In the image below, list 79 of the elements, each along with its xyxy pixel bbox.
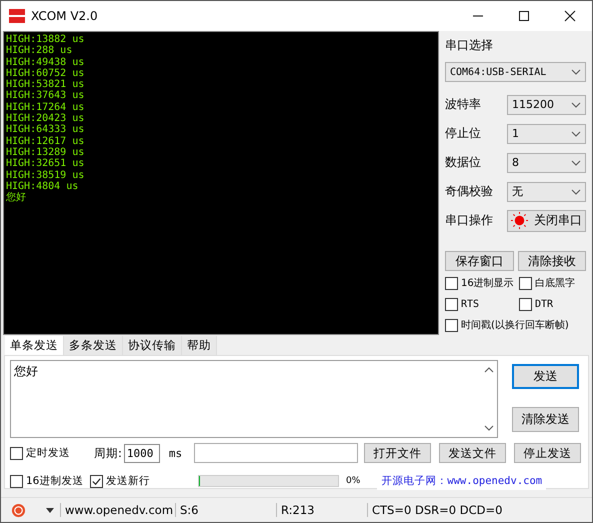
unit-label: ms [168, 446, 184, 460]
option-label: 时间戳(以换行回车断帧) [461, 318, 569, 332]
setting-dropdown[interactable]: 无 [507, 182, 586, 202]
receive-button[interactable]: 保存窗口 [445, 251, 514, 271]
file-button[interactable]: 发送文件 [438, 443, 506, 463]
port-label: 串口选择 [445, 37, 493, 54]
file-path-field[interactable] [194, 443, 358, 463]
receive-line: HIGH:4804 us [6, 180, 78, 192]
close-icon[interactable] [564, 10, 576, 22]
caret-icon [571, 130, 581, 136]
receive-line: HIGH:17264 us [6, 102, 84, 114]
receive-area[interactable]: HIGH:13882 us HIGH:288 us HIGH:49438 us HIGH:60752 us HIGH:53821 us HIGH:37643 us HIGH:17264 us HIGH:20423 us HIGH:64333 us HIGH:12617 us HIGH:13289 us HIGH:32651 us HIGH:38519 us HIGH:4804 us 您好 [3, 31, 439, 335]
close-port-button[interactable]: 关闭串口 [507, 210, 586, 232]
caret-icon [571, 69, 581, 75]
tab[interactable]: 帮助 [182, 336, 217, 355]
setting-label: 数据位 [445, 154, 481, 171]
file-button[interactable]: 打开文件 [364, 443, 431, 463]
dropdown-icon[interactable] [46, 508, 54, 512]
checkbox[interactable] [445, 298, 458, 310]
status-url: www.openedv.com [60, 503, 175, 517]
period-field[interactable]: 1000 [124, 444, 160, 462]
clear-send-button[interactable]: 清除发送 [512, 407, 579, 432]
port-dropdown[interactable]: COM64:USB-SERIAL [445, 62, 586, 82]
checkbox[interactable] [90, 474, 103, 488]
receive-line: HIGH:38519 us [6, 170, 84, 181]
checkbox[interactable] [519, 276, 532, 290]
checkbox[interactable] [445, 318, 458, 332]
option-label: 16进制发送 [26, 474, 84, 488]
operation-label: 串口操作 [445, 212, 493, 229]
receive-line: HIGH:37643 us [6, 90, 84, 102]
send-button[interactable]: 发送 [512, 364, 579, 389]
setting-dropdown[interactable]: 8 [507, 152, 586, 172]
checkbox[interactable] [10, 474, 23, 488]
app-logo-icon [9, 8, 25, 24]
option-label: 16进制显示 [461, 276, 514, 290]
option-label: 发送新行 [106, 474, 150, 488]
setting-dropdown[interactable]: 115200 [507, 94, 586, 114]
setting-dropdown[interactable]: 1 [507, 124, 586, 144]
setting-label: 奇偶校验 [445, 183, 493, 200]
receive-line: HIGH:13882 us [6, 34, 84, 46]
website-link[interactable]: 开源电子网：www.openedv.com [377, 472, 546, 490]
caret-icon [571, 160, 581, 166]
caret-icon [571, 188, 581, 194]
period-label: 周期: [94, 446, 122, 460]
caret-icon [484, 425, 494, 431]
received-count: R:213 [276, 503, 367, 517]
setting-label: 波特率 [445, 96, 481, 113]
receive-line: HIGH:64333 us [6, 124, 84, 136]
receive-line: HIGH:288 us [6, 45, 72, 57]
line-status: CTS=0 DSR=0 DCD=0 [367, 503, 592, 517]
receive-line: HIGH:49438 us [6, 56, 84, 68]
receive-line: HIGH:32651 us [6, 158, 84, 170]
caret-icon [571, 102, 581, 108]
receive-line: 您好 [6, 192, 26, 204]
caret-icon [484, 367, 494, 373]
checkbox[interactable] [519, 298, 532, 310]
option-label: RTS [461, 298, 480, 310]
send-text: 您好 [13, 363, 39, 380]
window-title: XCOM V2.0 [31, 9, 98, 23]
option-label: DTR [535, 298, 554, 310]
setting-label: 停止位 [445, 125, 481, 142]
receive-line: HIGH:53821 us [6, 79, 84, 90]
receive-line: HIGH:60752 us [6, 68, 84, 80]
checkbox[interactable] [445, 276, 458, 290]
checkbox[interactable] [10, 446, 23, 460]
receive-button[interactable]: 清除接收 [518, 251, 586, 271]
progress-reading: 0% [346, 476, 360, 486]
sent-count: S:6 [175, 503, 276, 517]
receive-line: HIGH:13289 us [6, 146, 84, 158]
tab[interactable]: 单条发送 [5, 336, 64, 355]
tab[interactable]: 多条发送 [64, 336, 123, 355]
receive-line: HIGH:20423 us [6, 113, 84, 124]
file-button[interactable]: 停止发送 [514, 443, 581, 463]
receive-line: HIGH:12617 us [6, 136, 84, 147]
send-field[interactable]: 您好 [10, 360, 498, 438]
maximize-icon[interactable] [518, 10, 530, 22]
tab[interactable]: 协议传输 [123, 336, 182, 355]
option-label: 白底黑字 [535, 276, 575, 290]
option-label: 定时发送 [26, 446, 70, 460]
